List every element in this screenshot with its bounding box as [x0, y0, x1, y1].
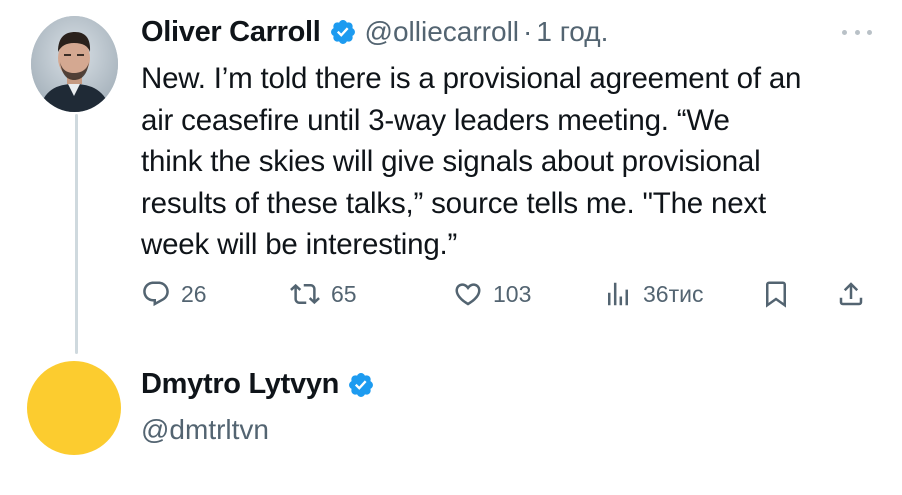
- views-count: 36тис: [643, 280, 704, 307]
- reply-count: 26: [181, 280, 207, 307]
- user-display-name[interactable]: Dmytro Lytvyn: [141, 368, 339, 401]
- tweet-text-line: results of these talks,” source tells me…: [141, 186, 766, 220]
- next-user-header: Dmytro Lytvyn: [141, 368, 375, 401]
- tweet-text-line: air ceasefire until 3-way leaders meetin…: [141, 103, 730, 137]
- thread-connector-line: [75, 114, 78, 354]
- share-button[interactable]: [836, 272, 866, 316]
- top-edge: [0, 0, 902, 4]
- heart-icon: [453, 279, 483, 309]
- tweet-action-bar: 26 65 103 36тис: [141, 272, 876, 316]
- user-handle[interactable]: @dmtrltvn: [141, 414, 269, 446]
- tweet-text-line: week will be interesting.”: [141, 228, 458, 261]
- share-icon: [836, 279, 866, 309]
- verified-badge-icon: [347, 371, 375, 399]
- reply-icon: [141, 279, 171, 309]
- author-handle[interactable]: @olliecarroll: [365, 16, 519, 48]
- repost-icon: [289, 279, 321, 309]
- views-button[interactable]: 36тис: [603, 272, 703, 316]
- tweet-timestamp[interactable]: 1 год.: [536, 16, 608, 48]
- repost-count: 65: [331, 280, 357, 307]
- separator-dot: ·: [523, 16, 533, 47]
- more-horizontal-icon: [842, 29, 847, 35]
- like-button[interactable]: 103: [453, 272, 531, 316]
- like-count: 103: [493, 280, 532, 307]
- tweet-text-line: New. I’m told there is a provisional agr…: [141, 62, 802, 95]
- more-options-button[interactable]: [842, 22, 872, 42]
- tweet-text-line: think the skies will give signals about …: [141, 145, 761, 178]
- tweet-header: Oliver Carroll @olliecarroll · 1 год.: [141, 10, 608, 54]
- bookmark-button[interactable]: [761, 272, 791, 316]
- author-display-name[interactable]: Oliver Carroll: [141, 16, 321, 49]
- repost-button[interactable]: 65: [289, 272, 357, 316]
- verified-badge-icon: [329, 18, 357, 46]
- avatar-portrait: [31, 16, 118, 112]
- avatar[interactable]: [27, 361, 121, 455]
- bookmark-icon: [761, 279, 791, 309]
- tweet-text: New. I’m told there is a provisional agr…: [141, 58, 881, 266]
- avatar[interactable]: [31, 16, 118, 112]
- views-chart-icon: [603, 279, 633, 309]
- reply-button[interactable]: 26: [141, 272, 207, 316]
